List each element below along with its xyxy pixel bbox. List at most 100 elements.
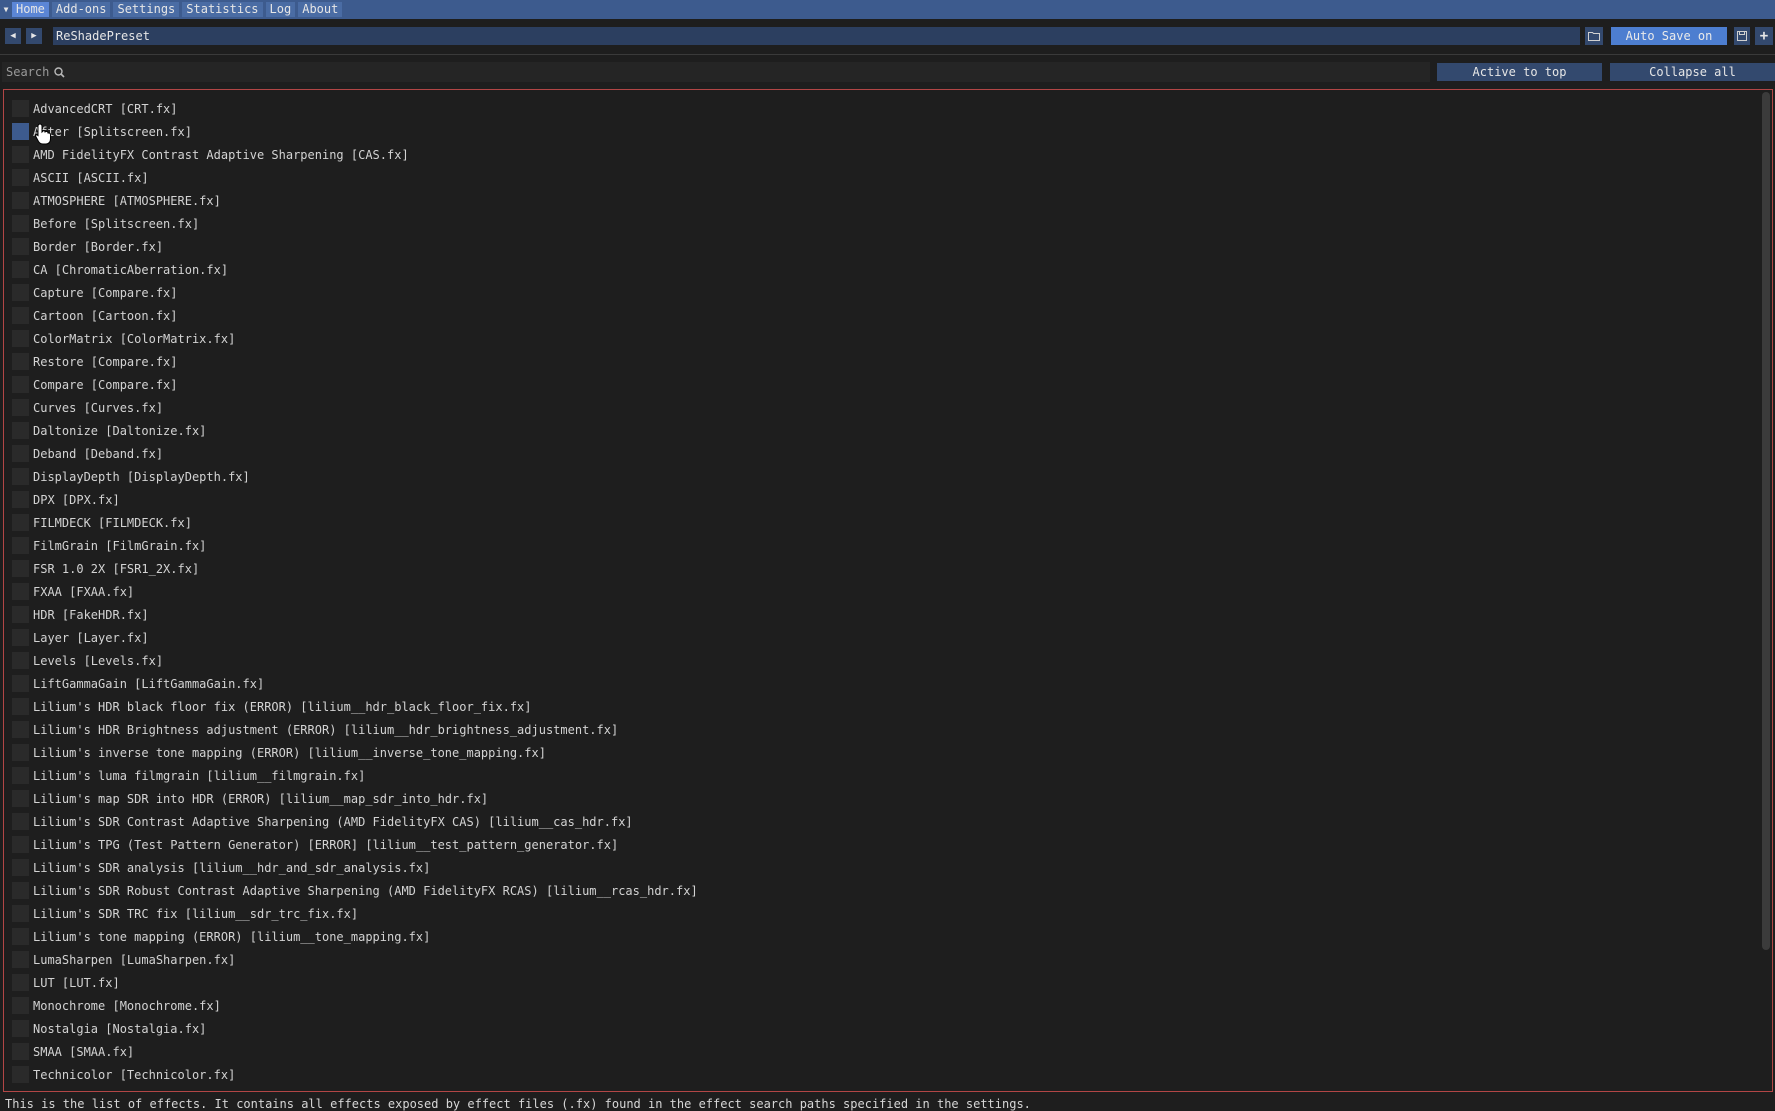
collapse-arrow-icon[interactable]: ▼	[0, 0, 12, 19]
effect-checkbox[interactable]	[12, 905, 29, 922]
effect-item[interactable]: Deband [Deband.fx]	[4, 442, 1760, 465]
preset-name-field[interactable]: ReShadePreset	[53, 27, 1580, 45]
effect-item[interactable]: FilmGrain [FilmGrain.fx]	[4, 534, 1760, 557]
effect-checkbox[interactable]	[12, 629, 29, 646]
effect-item[interactable]: AdvancedCRT [CRT.fx]	[4, 97, 1760, 120]
effect-item[interactable]: FXAA [FXAA.fx]	[4, 580, 1760, 603]
effect-item[interactable]: Lilium's HDR Brightness adjustment (ERRO…	[4, 718, 1760, 741]
effect-checkbox[interactable]	[12, 353, 29, 370]
effect-item[interactable]: LUT [LUT.fx]	[4, 971, 1760, 994]
effect-checkbox[interactable]	[12, 330, 29, 347]
effect-checkbox[interactable]	[12, 560, 29, 577]
effect-item[interactable]: Border [Border.fx]	[4, 235, 1760, 258]
effect-item[interactable]: LumaSharpen [LumaSharpen.fx]	[4, 948, 1760, 971]
effect-checkbox[interactable]	[12, 399, 29, 416]
effect-item[interactable]: DPX [DPX.fx]	[4, 488, 1760, 511]
browse-folder-button[interactable]	[1585, 27, 1603, 45]
tab-settings[interactable]: Settings	[113, 2, 180, 17]
effect-checkbox[interactable]	[12, 951, 29, 968]
active-to-top-button[interactable]: Active to top	[1437, 63, 1602, 81]
effect-checkbox[interactable]	[12, 514, 29, 531]
effect-item[interactable]: Layer [Layer.fx]	[4, 626, 1760, 649]
effect-checkbox[interactable]	[12, 261, 29, 278]
effect-checkbox[interactable]	[12, 790, 29, 807]
tab-add-ons[interactable]: Add-ons	[51, 2, 111, 17]
effect-checkbox[interactable]	[12, 376, 29, 393]
next-preset-button[interactable]: ▶	[26, 28, 42, 44]
effect-checkbox[interactable]	[12, 1066, 29, 1083]
effect-checkbox[interactable]	[12, 675, 29, 692]
effect-item[interactable]: Restore [Compare.fx]	[4, 350, 1760, 373]
search-input[interactable]: Search	[2, 62, 1430, 82]
effect-checkbox[interactable]	[12, 192, 29, 209]
effect-item[interactable]: Technicolor [Technicolor.fx]	[4, 1063, 1760, 1086]
effect-checkbox[interactable]	[12, 744, 29, 761]
effect-checkbox[interactable]	[12, 928, 29, 945]
effect-item[interactable]: HDR [FakeHDR.fx]	[4, 603, 1760, 626]
effect-checkbox[interactable]	[12, 422, 29, 439]
effect-item[interactable]: DisplayDepth [DisplayDepth.fx]	[4, 465, 1760, 488]
effect-item[interactable]: AMD FidelityFX Contrast Adaptive Sharpen…	[4, 143, 1760, 166]
effect-item[interactable]: FILMDECK [FILMDECK.fx]	[4, 511, 1760, 534]
effect-checkbox[interactable]	[12, 100, 29, 117]
effect-checkbox[interactable]	[12, 882, 29, 899]
effect-item[interactable]: Lilium's SDR Robust Contrast Adaptive Sh…	[4, 879, 1760, 902]
effect-checkbox[interactable]	[12, 652, 29, 669]
effect-checkbox[interactable]	[12, 767, 29, 784]
effect-checkbox[interactable]	[12, 445, 29, 462]
effect-item[interactable]: Lilium's TPG (Test Pattern Generator) [E…	[4, 833, 1760, 856]
effect-checkbox[interactable]	[12, 123, 29, 140]
effect-item[interactable]: Lilium's HDR black floor fix (ERROR) [li…	[4, 695, 1760, 718]
effect-checkbox[interactable]	[12, 169, 29, 186]
add-preset-button[interactable]: +	[1755, 27, 1773, 45]
effect-item[interactable]: Levels [Levels.fx]	[4, 649, 1760, 672]
effect-checkbox[interactable]	[12, 721, 29, 738]
effect-item[interactable]: Before [Splitscreen.fx]	[4, 212, 1760, 235]
effect-item[interactable]: Lilium's SDR Contrast Adaptive Sharpenin…	[4, 810, 1760, 833]
effect-checkbox[interactable]	[12, 606, 29, 623]
tab-about[interactable]: About	[298, 2, 343, 17]
effect-checkbox[interactable]	[12, 859, 29, 876]
effect-item[interactable]: Monochrome [Monochrome.fx]	[4, 994, 1760, 1017]
effect-checkbox[interactable]	[12, 583, 29, 600]
tab-log[interactable]: Log	[265, 2, 296, 17]
effect-checkbox[interactable]	[12, 836, 29, 853]
effect-checkbox[interactable]	[12, 813, 29, 830]
auto-save-toggle[interactable]: Auto Save on	[1611, 27, 1727, 45]
tab-statistics[interactable]: Statistics	[182, 2, 263, 17]
effect-item[interactable]: After [Splitscreen.fx]	[4, 120, 1760, 143]
effect-item[interactable]: Lilium's tone mapping (ERROR) [lilium__t…	[4, 925, 1760, 948]
effect-checkbox[interactable]	[12, 997, 29, 1014]
effect-item[interactable]: FSR 1.0 2X [FSR1_2X.fx]	[4, 557, 1760, 580]
save-preset-button[interactable]	[1734, 27, 1750, 45]
effect-item[interactable]: Capture [Compare.fx]	[4, 281, 1760, 304]
effect-checkbox[interactable]	[12, 146, 29, 163]
effect-item[interactable]: ColorMatrix [ColorMatrix.fx]	[4, 327, 1760, 350]
effect-item[interactable]: Lilium's SDR analysis [lilium__hdr_and_s…	[4, 856, 1760, 879]
effect-checkbox[interactable]	[12, 1043, 29, 1060]
effect-item[interactable]: Nostalgia [Nostalgia.fx]	[4, 1017, 1760, 1040]
effect-checkbox[interactable]	[12, 1020, 29, 1037]
tab-home[interactable]: Home	[12, 2, 49, 17]
effect-item[interactable]: SMAA [SMAA.fx]	[4, 1040, 1760, 1063]
effect-item[interactable]: CA [ChromaticAberration.fx]	[4, 258, 1760, 281]
effect-checkbox[interactable]	[12, 468, 29, 485]
effect-checkbox[interactable]	[12, 238, 29, 255]
previous-preset-button[interactable]: ◀	[5, 28, 21, 44]
effect-item[interactable]: Lilium's SDR TRC fix [lilium__sdr_trc_fi…	[4, 902, 1760, 925]
effect-checkbox[interactable]	[12, 307, 29, 324]
effect-item[interactable]: ATMOSPHERE [ATMOSPHERE.fx]	[4, 189, 1760, 212]
effect-item[interactable]: Lilium's map SDR into HDR (ERROR) [liliu…	[4, 787, 1760, 810]
effect-checkbox[interactable]	[12, 698, 29, 715]
effect-checkbox[interactable]	[12, 215, 29, 232]
effect-item[interactable]: Curves [Curves.fx]	[4, 396, 1760, 419]
effect-item[interactable]: LiftGammaGain [LiftGammaGain.fx]	[4, 672, 1760, 695]
effect-item[interactable]: Daltonize [Daltonize.fx]	[4, 419, 1760, 442]
effect-checkbox[interactable]	[12, 284, 29, 301]
effect-item[interactable]: Cartoon [Cartoon.fx]	[4, 304, 1760, 327]
effect-item[interactable]: Lilium's luma filmgrain [lilium__filmgra…	[4, 764, 1760, 787]
collapse-all-button[interactable]: Collapse all	[1610, 63, 1775, 81]
effect-checkbox[interactable]	[12, 537, 29, 554]
effect-item[interactable]: Compare [Compare.fx]	[4, 373, 1760, 396]
effect-checkbox[interactable]	[12, 974, 29, 991]
